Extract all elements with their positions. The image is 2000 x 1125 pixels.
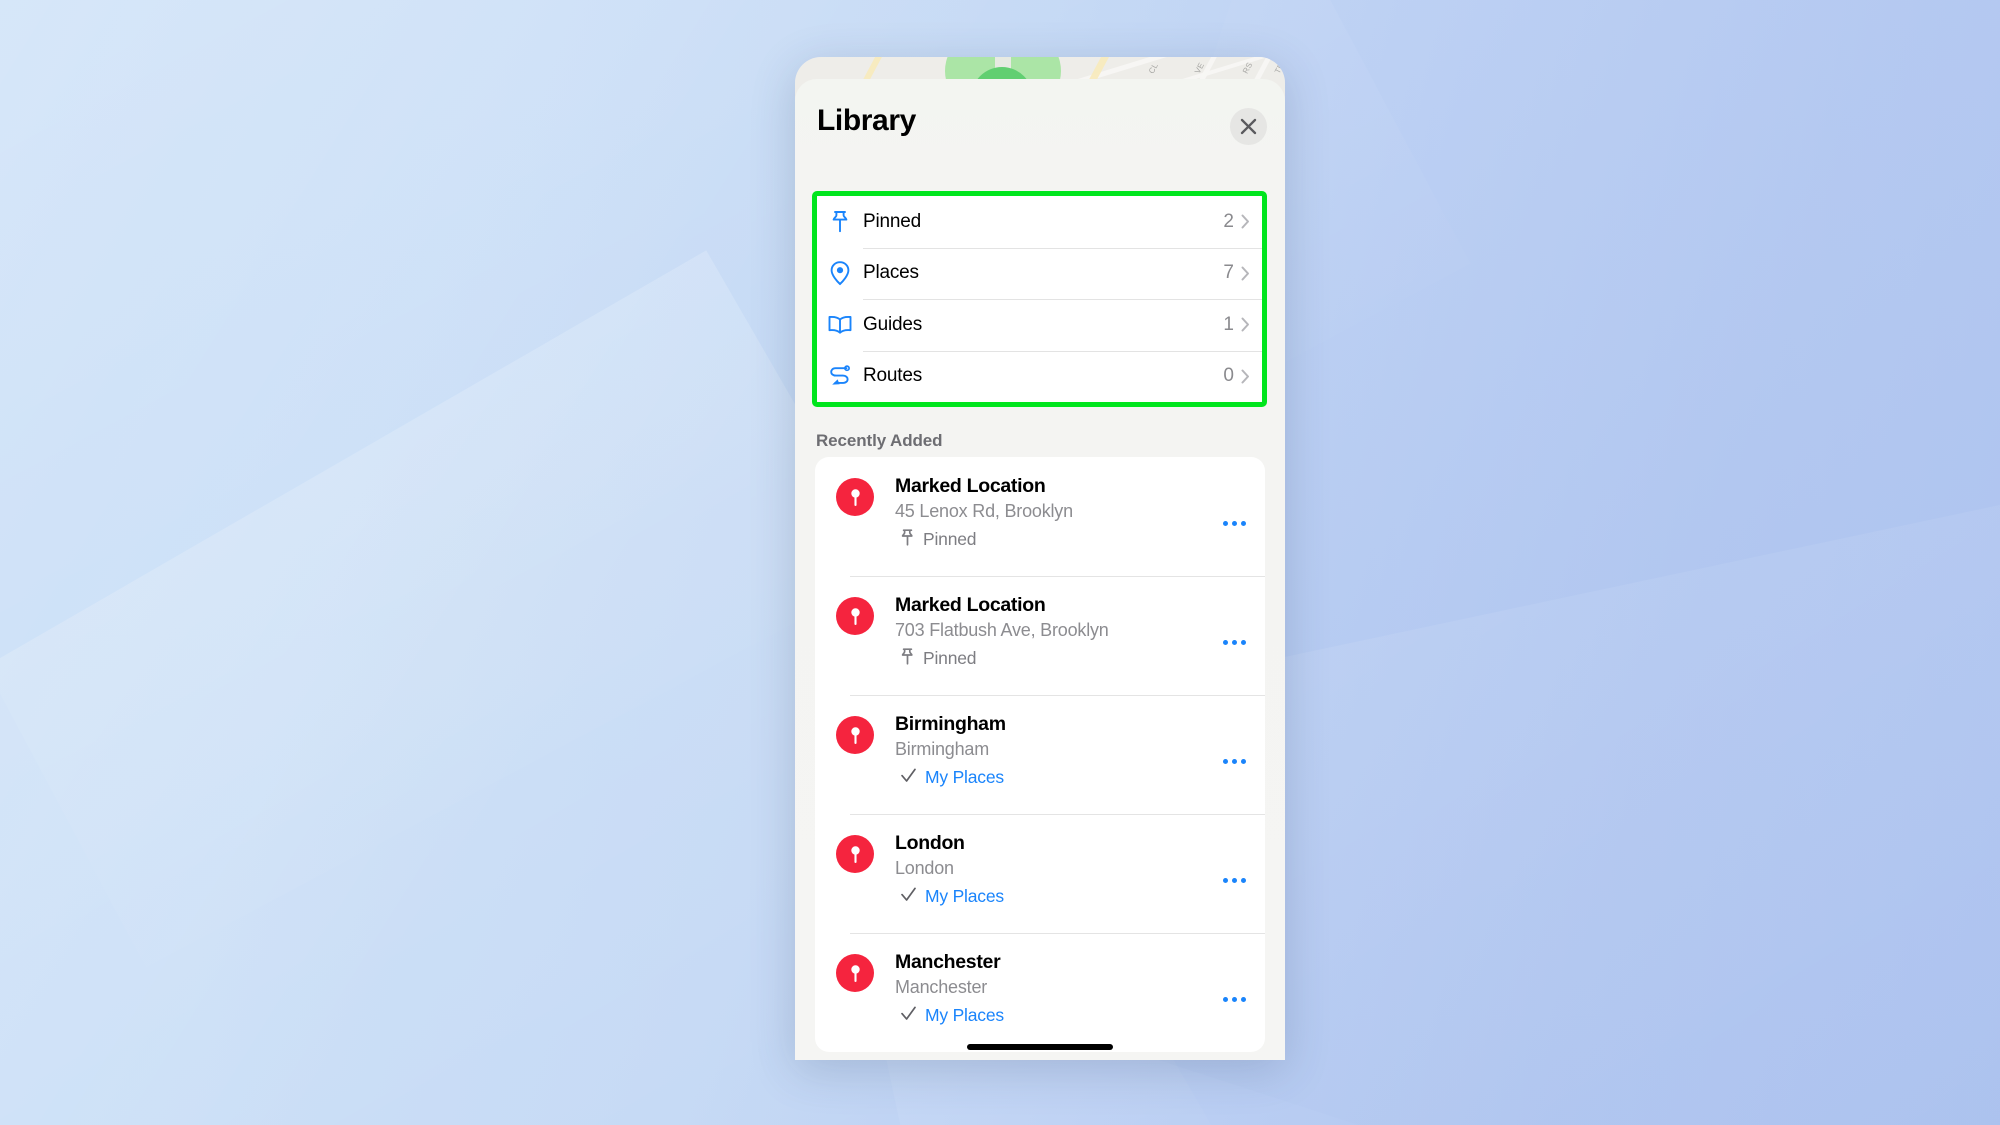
library-row-label: Pinned: [863, 210, 921, 232]
chevron-right-icon: [1241, 369, 1262, 384]
list-item-tag-label: Pinned: [923, 529, 977, 550]
library-row-count: 0: [1223, 365, 1234, 387]
ellipsis-icon: [1222, 758, 1246, 764]
list-item-name: Manchester: [895, 951, 1001, 973]
desktop-wallpaper: CL VE RS TR Search Maps Find Nearby Libr…: [0, 0, 2000, 1125]
more-options-button[interactable]: [1203, 991, 1265, 1008]
list-item-text: Manchester Manchester My Places: [895, 951, 1203, 1027]
map-pin-icon: [815, 833, 895, 873]
map-pin-icon: [815, 595, 895, 635]
library-categories-highlight: Pinned 2 Places 7 Guides 1 Routes 0: [812, 191, 1267, 407]
ellipsis-icon: [1222, 996, 1246, 1002]
more-options-button[interactable]: [1203, 872, 1265, 889]
ellipsis-icon: [1222, 639, 1246, 645]
map-pin-icon: [815, 476, 895, 516]
library-row-routes[interactable]: Routes 0: [817, 350, 1262, 403]
recently-added-heading: Recently Added: [816, 431, 943, 450]
library-sheet: Library Pinned 2 Places 7 Guides 1 Route…: [795, 79, 1285, 1060]
list-item-name: London: [895, 832, 965, 854]
list-item-tag: Pinned: [895, 647, 1197, 670]
list-item-address: Manchester: [895, 976, 988, 997]
library-row-label: Routes: [863, 365, 923, 387]
list-item-name: Birmingham: [895, 713, 1006, 735]
library-row-places[interactable]: Places 7: [817, 247, 1262, 300]
phone-device-frame: CL VE RS TR Search Maps Find Nearby Libr…: [795, 57, 1285, 1060]
library-row-count: 7: [1223, 262, 1234, 284]
more-options-button[interactable]: [1203, 515, 1265, 532]
list-item-text: Birmingham Birmingham My Places: [895, 713, 1203, 789]
list-item-tag-label: My Places: [925, 1005, 1004, 1026]
ellipsis-icon: [1222, 877, 1246, 883]
page-title: Library: [817, 104, 916, 137]
home-indicator[interactable]: [967, 1044, 1113, 1050]
list-item-text: Marked Location 703 Flatbush Ave, Brookl…: [895, 594, 1203, 670]
list-item[interactable]: Marked Location 703 Flatbush Ave, Brookl…: [815, 576, 1265, 695]
routes-icon: [817, 364, 863, 388]
close-button[interactable]: [1230, 108, 1267, 145]
place-icon: [817, 260, 863, 286]
chevron-right-icon: [1241, 214, 1262, 229]
sheet-header: Library: [795, 79, 1285, 165]
library-row-count: 2: [1223, 210, 1234, 232]
map-pin-icon: [815, 714, 895, 754]
list-item-name: Marked Location: [895, 475, 1046, 497]
list-item-address: 45 Lenox Rd, Brooklyn: [895, 500, 1073, 521]
list-item-text: Marked Location 45 Lenox Rd, Brooklyn Pi…: [895, 475, 1203, 551]
pin-icon: [900, 647, 915, 670]
checkmark-icon: [900, 1005, 917, 1027]
list-item-tag-label: My Places: [925, 767, 1004, 788]
list-item-tag[interactable]: My Places: [895, 1005, 1197, 1027]
checkmark-icon: [900, 767, 917, 789]
list-item-address: Birmingham: [895, 738, 990, 759]
library-row-guides[interactable]: Guides 1: [817, 299, 1262, 351]
list-item-name: Marked Location: [895, 594, 1046, 616]
more-options-button[interactable]: [1203, 753, 1265, 770]
list-item[interactable]: Marked Location 45 Lenox Rd, Brooklyn Pi…: [815, 457, 1265, 576]
list-item-address: London: [895, 857, 954, 878]
list-item[interactable]: London London My Places: [815, 814, 1265, 933]
recently-added-card: Marked Location 45 Lenox Rd, Brooklyn Pi…: [815, 457, 1265, 1052]
close-icon: [1240, 118, 1257, 135]
list-item-tag[interactable]: My Places: [895, 886, 1197, 908]
map-pin-icon: [815, 952, 895, 992]
pin-icon: [817, 210, 863, 234]
library-row-count: 1: [1223, 313, 1234, 335]
chevron-right-icon: [1241, 266, 1262, 281]
library-row-label: Guides: [863, 313, 923, 335]
list-item[interactable]: Manchester Manchester My Places: [815, 933, 1265, 1052]
chevron-right-icon: [1241, 317, 1262, 332]
library-row-pinned[interactable]: Pinned 2: [817, 196, 1262, 248]
checkmark-icon: [900, 886, 917, 908]
list-item[interactable]: Birmingham Birmingham My Places: [815, 695, 1265, 814]
guides-icon: [817, 314, 863, 336]
list-item-tag-label: Pinned: [923, 648, 977, 669]
ellipsis-icon: [1222, 520, 1246, 526]
list-item-address: 703 Flatbush Ave, Brooklyn: [895, 619, 1109, 640]
list-item-tag[interactable]: My Places: [895, 767, 1197, 789]
library-categories-card: Pinned 2 Places 7 Guides 1 Routes 0: [817, 196, 1262, 402]
library-row-label: Places: [863, 262, 919, 284]
pin-icon: [900, 528, 915, 551]
list-item-tag-label: My Places: [925, 886, 1004, 907]
list-item-tag: Pinned: [895, 528, 1197, 551]
list-item-text: London London My Places: [895, 832, 1203, 908]
more-options-button[interactable]: [1203, 634, 1265, 651]
